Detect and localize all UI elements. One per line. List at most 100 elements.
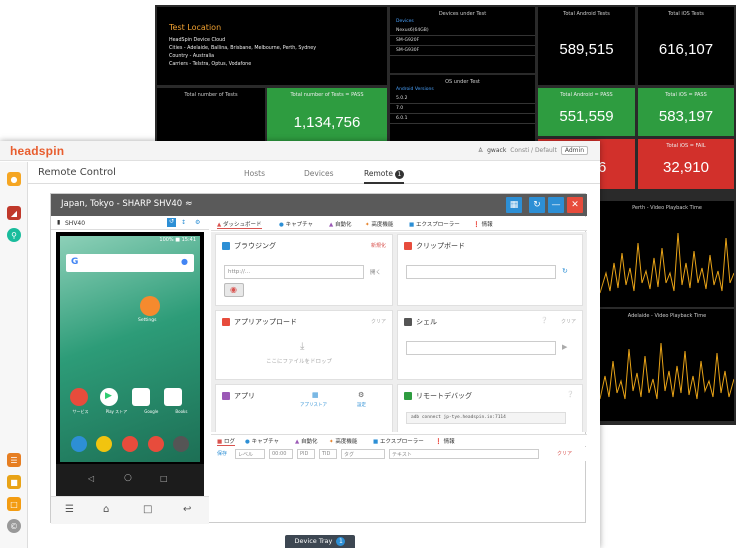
admin-button[interactable]: Admin [560,146,588,155]
settings-icon[interactable]: ⚙ [195,219,200,226]
chat-icon[interactable]: ■ [7,475,21,489]
log-tabs: ■ ログ ● キャプチャ ▲ 自動化 ✦ 高度機能 ■ エクスプローラー ❗ 情… [211,434,587,446]
app-store-button[interactable]: アプリストア [300,402,327,408]
microphone-icon: ● [181,257,188,266]
app-label: Play ストア [105,409,128,414]
log-tab-label: 情報 [443,439,455,445]
shell-run-icon[interactable]: ▶ [562,343,567,351]
minimize-icon[interactable]: — [548,197,564,213]
tab-remote[interactable]: Remote 1 [364,169,404,184]
user-menu[interactable]: ♙ gwack Consti / Default Admin [478,146,588,155]
clipboard-input[interactable] [406,265,556,279]
play-store-icon[interactable]: ▶ [100,388,118,406]
phone-screen[interactable]: 100% ■ 15:41 G ● Settings ▶ サービス Play スト… [60,236,200,462]
back-arrow-icon[interactable]: ↩ [183,504,191,515]
home-button-icon[interactable]: ⌂ [103,504,109,515]
shell-clear-button[interactable]: クリア [561,318,576,325]
app-label: Books [175,409,188,414]
open-url-button[interactable]: 開く [370,268,381,276]
folder-icon: ■ [409,222,415,228]
browsing-card: ブラウジング 新規化 http://... 開く ◉ [215,234,393,306]
back-icon[interactable]: ◁ [88,474,94,483]
headspin-logo[interactable]: headspin [10,144,64,158]
tab-devices[interactable]: Devices [304,169,334,178]
document-icon[interactable]: □ [7,497,21,511]
app-settings-button[interactable]: 設定 [357,402,366,408]
device-tray-button[interactable]: Device Tray 1 [285,535,355,548]
clipboard-refresh-icon[interactable]: ↻ [562,267,568,275]
log-tab-explorer[interactable]: ■ エクスプローラー [373,437,424,445]
log-save-button[interactable]: 保存 [217,450,227,457]
tid-filter[interactable]: TID [319,449,337,459]
text-filter[interactable]: テキスト [389,449,539,459]
url-input[interactable]: http://... [224,265,364,279]
search-icon[interactable]: ⚲ [7,228,21,242]
tab-hosts[interactable]: Hosts [244,169,265,178]
level-select[interactable]: レベル [235,449,265,459]
phone-dock-icon[interactable] [70,436,87,452]
tab-automation[interactable]: ▲ 自動化 [329,220,352,228]
clipboard-icon [404,242,412,250]
debug-help-icon[interactable]: ❔ [567,391,574,398]
device-title: Japan, Tokyo - SHARP SHV40 [61,199,183,209]
log-filter-bar: 保存 レベル 00:00 PID TID タグ テキスト クリア [211,447,587,461]
google-folder-icon[interactable] [132,388,150,406]
menu-icon[interactable]: ☰ [65,504,74,515]
log-tab-log[interactable]: ■ ログ [217,437,235,446]
recents-icon[interactable]: □ [160,474,168,483]
close-icon[interactable]: ✕ [567,197,583,213]
upload-drop-zone[interactable]: ここにファイルをドロップ [266,357,332,365]
overview-icon[interactable]: □ [143,504,152,515]
chrome-browser-button[interactable]: ◉ [224,283,244,297]
page-title: Remote Control [38,167,116,178]
apps-icon [222,392,230,400]
log-tab-info[interactable]: ❗ 情報 [435,437,455,445]
adb-command[interactable]: adb connect jp-tye.headspin.io:7114 [406,412,566,424]
perth-chart-plot [600,232,734,294]
calendar-icon[interactable]: ▦ [506,197,522,213]
android-tests-card: Total Android Tests 589,515 [538,7,635,85]
list-icon[interactable]: ☰ [7,453,21,467]
shell-input[interactable] [406,341,556,355]
log-tab-capture[interactable]: ● キャプチャ [245,437,279,445]
device-name: SHV40 [65,220,86,227]
tab-info[interactable]: ❗ 情報 [473,220,493,228]
time-filter[interactable]: 00:00 [269,449,293,459]
remote-control-icon[interactable]: ◢ [7,206,21,220]
left-sidebar: ● ◢ ⚲ ☰ ■ □ © [0,162,28,548]
tab-advanced-label: 高度機能 [371,222,394,228]
network-icon[interactable]: ● [7,172,21,186]
mail-dock-icon[interactable] [147,436,164,452]
app-header: headspin ♙ gwack Consti / Default Admin [0,141,600,161]
home-icon[interactable]: ○ [124,473,132,483]
upload-clear-button[interactable]: クリア [371,318,386,325]
chrome-dock-icon[interactable] [96,436,113,452]
phone-frame: 100% ■ 15:41 G ● Settings ▶ サービス Play スト… [56,232,204,496]
log-tab-advanced[interactable]: ✦ 高度機能 [329,437,357,445]
fullscreen-icon[interactable]: ↕ [181,219,186,226]
log-clear-button[interactable]: クリア [557,450,572,457]
apps-title: アプリ [234,392,255,400]
tab-dashboard[interactable]: ▲ ダッシュボード [217,220,262,229]
settings-app-icon[interactable] [140,296,160,316]
download-arrow-icon: ⤓ [300,341,305,352]
rotate-icon[interactable]: ↺ [167,218,176,227]
android-tests-label: Total Android Tests [563,11,610,17]
google-search-bar[interactable]: G ● [66,254,194,272]
copyright-icon[interactable]: © [7,519,21,533]
books-folder-icon[interactable] [164,388,182,406]
tag-filter[interactable]: タグ [341,449,385,459]
info-icon: ❗ [435,439,442,445]
log-tab-automation[interactable]: ▲ 自動化 [295,437,318,445]
refresh-icon[interactable]: ↻ [529,197,545,213]
help-icon[interactable]: ❔ [541,317,548,324]
pid-filter[interactable]: PID [297,449,315,459]
message-dock-icon[interactable] [121,436,138,452]
location-line: HeadSpin Device Cloud [169,38,226,43]
tab-explorer[interactable]: ■ エクスプローラー [409,220,460,228]
camera-dock-icon[interactable] [173,436,190,452]
browsing-new-button[interactable]: 新規化 [371,242,386,249]
app-icon-service[interactable] [70,388,88,406]
tab-capture[interactable]: ● キャプチャ [279,220,313,228]
tab-advanced[interactable]: ✦ 高度機能 [365,220,393,228]
